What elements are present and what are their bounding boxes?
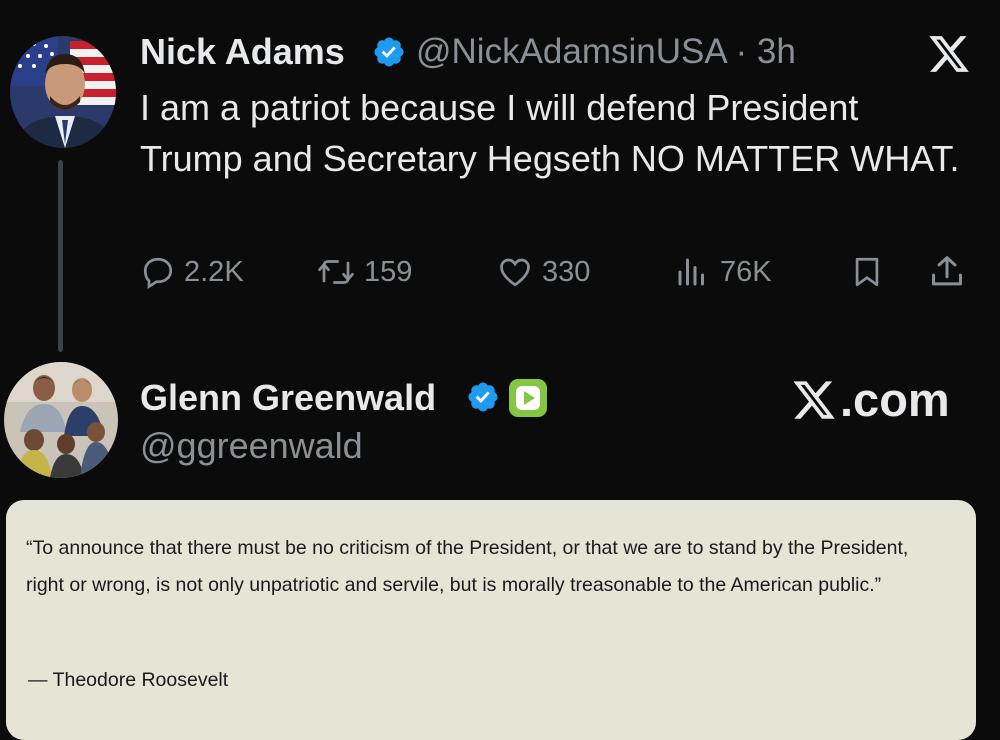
repost-count: 159 <box>364 255 413 288</box>
verified-badge-icon <box>468 382 498 412</box>
share-button[interactable] <box>928 252 974 292</box>
share-icon <box>932 256 962 286</box>
reply-count: 2.2K <box>184 255 244 288</box>
quote-attribution: — Theodore Roosevelt <box>28 669 229 691</box>
avatar-nick-adams[interactable] <box>10 36 116 148</box>
views-icon <box>678 258 704 286</box>
reply-icon <box>143 257 173 290</box>
verified-badge-icon <box>374 37 404 67</box>
avatar-glenn-greenwald[interactable] <box>4 362 118 478</box>
tweet-text: I am a patriot because I will defend Pre… <box>140 87 960 179</box>
bookmark-icon <box>855 257 879 287</box>
bookmark-button[interactable] <box>850 252 892 292</box>
rumble-icon[interactable] <box>508 378 548 418</box>
like-button[interactable]: 330 <box>496 252 590 292</box>
handle-and-time[interactable]: @NickAdamsinUSA · 3h <box>416 30 796 74</box>
views-count: 76K <box>720 255 772 288</box>
x-com-label: .com <box>790 372 950 428</box>
quote-card: “To announce that there must be no criti… <box>6 500 976 740</box>
like-icon <box>500 258 530 287</box>
author-name[interactable]: Glenn Greenwald <box>140 376 436 420</box>
x-logo-icon[interactable] <box>926 32 972 76</box>
like-count: 330 <box>542 255 591 288</box>
reply-button[interactable]: 2.2K <box>140 252 244 292</box>
handle[interactable]: @ggreenwald <box>140 424 363 468</box>
author-name[interactable]: Nick Adams <box>140 30 345 74</box>
thread-line <box>58 160 63 352</box>
site-label: .com <box>840 373 950 426</box>
repost-icon <box>318 260 354 284</box>
quote-text: “To announce that there must be no criti… <box>26 537 909 596</box>
views-button[interactable]: 76K <box>672 252 772 292</box>
x-logo-icon <box>793 381 835 419</box>
repost-button[interactable]: 159 <box>316 252 412 292</box>
